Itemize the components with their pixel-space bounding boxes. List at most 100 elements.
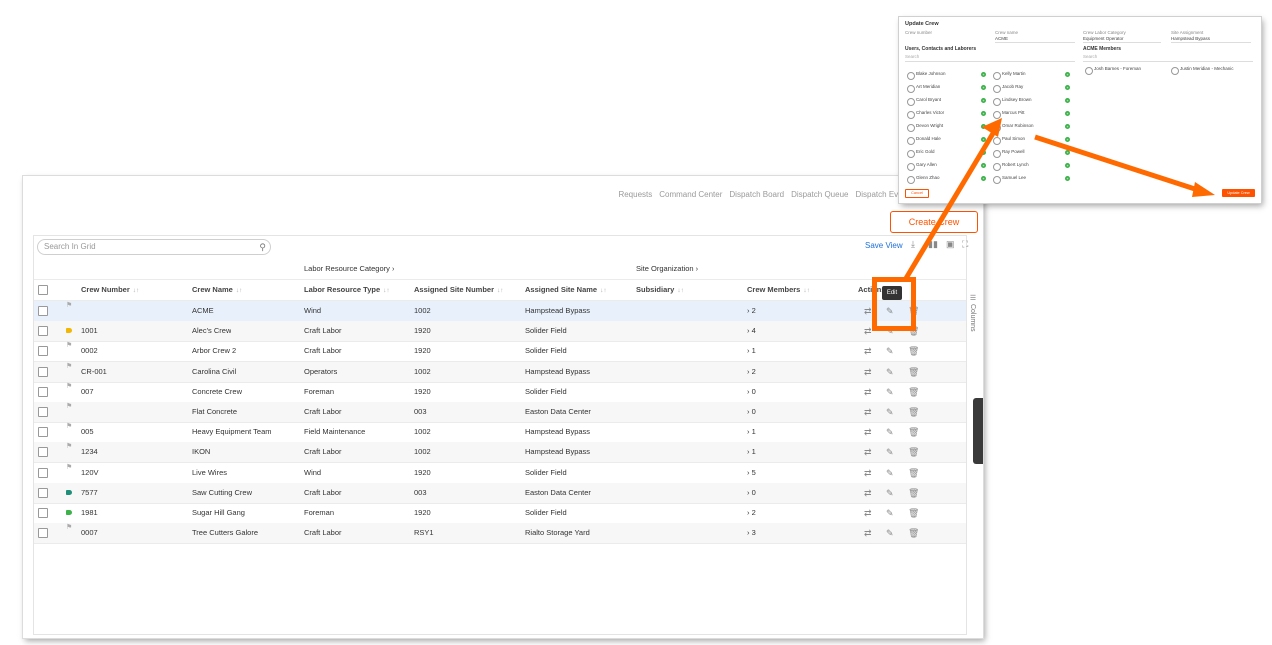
add-member-icon[interactable]: + (1065, 72, 1070, 77)
crew-members[interactable]: › 3 (747, 523, 756, 543)
delete-trash-icon[interactable]: 🗑 (908, 463, 919, 483)
transfer-icon[interactable]: ⇄ (864, 422, 872, 442)
person-item[interactable]: Blake Johnson (907, 70, 977, 82)
members-search-input[interactable]: Search (1083, 54, 1253, 62)
transfer-icon[interactable]: ⇄ (864, 442, 872, 462)
delete-trash-icon[interactable]: 🗑 (908, 483, 919, 503)
add-member-icon[interactable]: + (981, 150, 986, 155)
transfer-icon[interactable]: ⇄ (864, 301, 872, 321)
delete-trash-icon[interactable]: 🗑 (908, 341, 919, 361)
delete-trash-icon[interactable]: 🗑 (908, 362, 919, 382)
person-item[interactable]: Gary Allen (907, 161, 977, 173)
person-item[interactable]: Jacob Ray (993, 83, 1063, 95)
add-member-icon[interactable]: + (1065, 137, 1070, 142)
member-item[interactable]: Justin Meridian - Mechanic (1171, 65, 1241, 77)
transfer-icon[interactable]: ⇄ (864, 341, 872, 361)
table-row[interactable]: ⚑ ACME Wind 1002 Hampstead Bypass › 2 ⇄ ✎ 🗑 (34, 301, 966, 322)
crew-members[interactable]: › 1 (747, 341, 756, 361)
density-icon[interactable]: ▣ (946, 239, 955, 250)
delete-trash-icon[interactable]: 🗑 (908, 442, 919, 462)
add-member-icon[interactable]: + (981, 85, 986, 90)
users-search-input[interactable]: Search (905, 54, 1075, 62)
add-member-icon[interactable]: + (981, 137, 986, 142)
sort-icon[interactable]: ↓↑ (497, 287, 504, 294)
crew-members[interactable]: › 1 (747, 442, 756, 462)
edit-pencil-icon[interactable]: ✎ (886, 341, 894, 361)
edit-pencil-icon[interactable]: ✎ (886, 503, 894, 523)
row-checkbox[interactable] (38, 467, 48, 478)
column-header[interactable]: Crew Number ↓↑ (81, 280, 139, 300)
dialog-cancel-button[interactable]: Cancel (905, 189, 929, 198)
person-item[interactable]: Marcus Pitt (993, 109, 1063, 121)
row-checkbox[interactable] (38, 447, 48, 458)
person-item[interactable]: Art Meridian (907, 83, 977, 95)
edit-pencil-icon[interactable]: ✎ (886, 483, 894, 503)
create-crew-button[interactable]: Create Crew (890, 211, 978, 233)
crew-members[interactable]: › 0 (747, 402, 756, 422)
member-item[interactable]: Josh Barnes - Foreman (1085, 65, 1155, 77)
column-header[interactable]: Assigned Site Number ↓↑ (414, 280, 504, 300)
delete-trash-icon[interactable]: 🗑 (908, 503, 919, 523)
table-row[interactable]: 7577 Saw Cutting Crew Craft Labor 003 Easton… (34, 482, 966, 504)
transfer-icon[interactable]: ⇄ (864, 523, 872, 543)
person-item[interactable]: Carol Bryant (907, 96, 977, 108)
fullscreen-icon[interactable]: ⛶ (962, 239, 968, 250)
add-member-icon[interactable]: + (1065, 176, 1070, 181)
row-checkbox[interactable] (38, 306, 48, 316)
delete-trash-icon[interactable]: 🗑 (908, 422, 919, 442)
person-item[interactable]: Charles Victor (907, 109, 977, 121)
person-item[interactable]: Donald Hale (907, 135, 977, 147)
person-item[interactable]: Lindsey Brown (993, 96, 1063, 108)
table-row[interactable]: 1001 Alec's Crew Craft Labor 1920 Solider Fi… (34, 321, 966, 343)
column-header[interactable]: Labor Resource Type ↓↑ (304, 280, 390, 300)
person-item[interactable]: Kelly Martin (993, 70, 1063, 82)
edit-pencil-icon[interactable]: ✎ (886, 442, 894, 462)
person-item[interactable]: Robert Lynch (993, 161, 1063, 173)
add-member-icon[interactable]: + (981, 72, 986, 77)
nav-item[interactable]: Command Center (659, 190, 722, 199)
person-item[interactable]: Samuel Lee (993, 174, 1063, 186)
column-header[interactable]: Assigned Site Name ↓↑ (525, 280, 607, 300)
add-member-icon[interactable]: + (981, 111, 986, 116)
crew-members[interactable]: › 5 (747, 463, 756, 483)
crew-name-field[interactable]: ACME (995, 36, 1075, 43)
nav-item[interactable]: Dispatch Board (729, 190, 784, 199)
transfer-icon[interactable]: ⇄ (864, 402, 872, 422)
person-item[interactable]: Ray Powell (993, 148, 1063, 160)
select-all-checkbox[interactable] (38, 285, 48, 295)
delete-trash-icon[interactable]: 🗑 (908, 382, 919, 402)
download-icon[interactable]: ⤓ (911, 239, 915, 250)
group-header-labor[interactable]: Labor Resource Category › (304, 259, 394, 279)
person-item[interactable]: Eric Gold (907, 148, 977, 160)
edit-pencil-icon[interactable]: ✎ (886, 362, 894, 382)
table-row[interactable]: ⚑ 0002 Arbor Crew 2 Craft Labor 1920 Solider … (34, 341, 966, 363)
person-item[interactable]: Omar Robinson (993, 122, 1063, 134)
add-member-icon[interactable]: + (981, 124, 986, 129)
table-row[interactable]: ⚑ Flat Concrete Craft Labor 003 Easton Data … (34, 402, 966, 423)
group-header-site[interactable]: Site Organization › (636, 259, 698, 279)
row-checkbox[interactable] (38, 366, 48, 377)
crew-members[interactable]: › 1 (747, 422, 756, 442)
row-checkbox[interactable] (38, 326, 48, 337)
row-checkbox[interactable] (38, 528, 48, 539)
crew-members[interactable]: › 0 (747, 483, 756, 503)
sort-icon[interactable]: ↓↑ (677, 287, 684, 294)
row-checkbox[interactable] (38, 346, 48, 357)
crew-members[interactable]: › 4 (747, 321, 756, 341)
delete-trash-icon[interactable]: 🗑 (908, 402, 919, 422)
add-member-icon[interactable]: + (981, 98, 986, 103)
category-field[interactable]: Equipment Operator (1083, 36, 1161, 43)
add-member-icon[interactable]: + (1065, 98, 1070, 103)
row-checkbox[interactable] (38, 487, 48, 498)
edit-pencil-icon[interactable]: ✎ (886, 382, 894, 402)
edit-pencil-icon[interactable]: ✎ (886, 523, 894, 543)
add-member-icon[interactable]: + (1065, 163, 1070, 168)
search-input[interactable]: Search In Grid ⚲ (37, 239, 271, 255)
columns-icon[interactable]: ▮▮ (928, 239, 938, 250)
crew-members[interactable]: › 2 (747, 503, 756, 523)
transfer-icon[interactable]: ⇄ (864, 382, 872, 402)
edit-pencil-icon[interactable]: ✎ (886, 422, 894, 442)
transfer-icon[interactable]: ⇄ (864, 463, 872, 483)
edit-pencil-icon[interactable]: ✎ (886, 402, 894, 422)
person-item[interactable]: Paul Simon (993, 135, 1063, 147)
